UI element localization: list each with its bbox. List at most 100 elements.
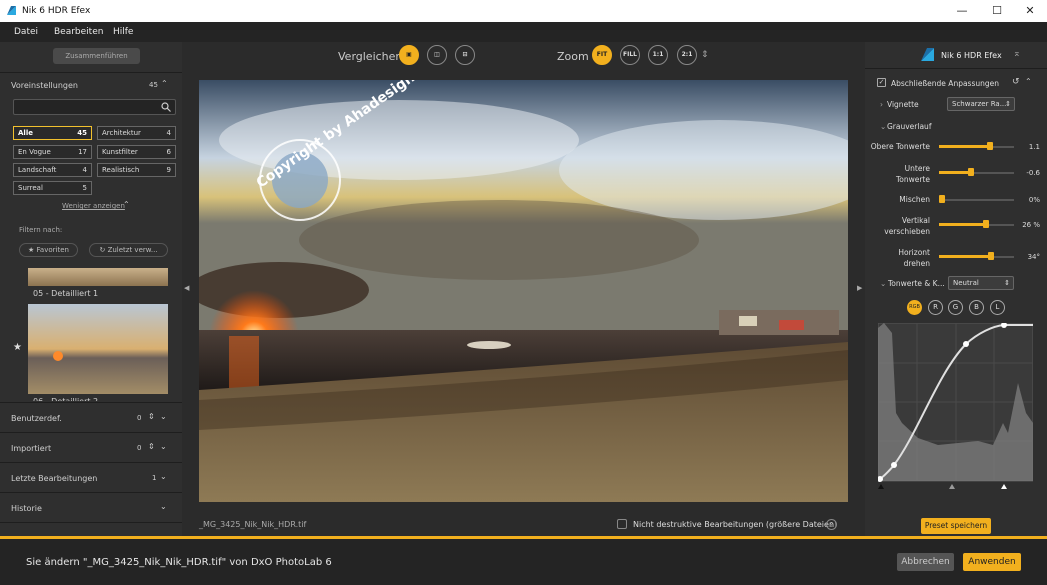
compare-split-view-button[interactable]: ◫ [427, 45, 447, 65]
channel-g-button[interactable]: G [948, 300, 963, 315]
sort-icon[interactable]: ⇕ [148, 442, 155, 451]
maximize-button[interactable]: ☐ [980, 0, 1014, 22]
vignette-value: Schwarzer Ra... [952, 100, 1007, 108]
star-icon: ★ [28, 246, 37, 254]
section-custom-count: 0 [137, 414, 142, 422]
slider-upper-tones-value: 1.1 [1028, 143, 1040, 151]
menu-bearbeiten[interactable]: Bearbeiten [54, 27, 103, 37]
category-surreal[interactable]: Surreal 5 [13, 181, 92, 195]
panel-title: Nik 6 HDR Efex [941, 51, 1002, 60]
chevron-right-icon[interactable]: › [880, 100, 883, 109]
compare-side-by-side-button[interactable]: ⊟ [455, 45, 475, 65]
zoom-fill-button[interactable]: FILL [620, 45, 640, 65]
chevron-down-icon[interactable]: ⌄ [160, 502, 167, 511]
nondestructive-checkbox[interactable] [617, 519, 627, 529]
section-recent-edits-count: 1 [152, 474, 157, 482]
app-logo-icon [7, 6, 16, 15]
nondestructive-label: Nicht destruktive Bearbeitungen (größere… [633, 520, 838, 529]
section-history[interactable]: Historie [11, 504, 42, 513]
status-message: Sie ändern "_MG_3425_Nik_Nik_HDR.tif" vo… [26, 557, 332, 568]
apply-button[interactable]: Anwenden [963, 553, 1021, 571]
tone-curve-dropdown[interactable]: Neutral ⇕ [948, 276, 1014, 290]
filter-recent-button[interactable]: ↻ Zuletzt verw... [89, 243, 168, 257]
show-less-link[interactable]: Weniger anzeigen [62, 202, 125, 210]
slider-knob[interactable] [968, 168, 975, 176]
section-custom[interactable]: Benutzerdef. [11, 414, 62, 423]
final-adjustments-label: Abschließende Anpassungen [891, 79, 999, 88]
preset-thumbnail[interactable] [28, 268, 168, 286]
category-architektur[interactable]: Architektur 4 [97, 126, 176, 140]
tone-curve-graph[interactable] [878, 323, 1033, 491]
collapse-right-panel-icon[interactable]: ▶ [857, 284, 862, 292]
history-icon: ↻ [99, 246, 108, 254]
category-alle[interactable]: Alle 45 [13, 126, 92, 140]
save-preset-button[interactable]: Preset speichern [921, 518, 991, 534]
zoom-1-1-button[interactable]: 1:1 [648, 45, 668, 65]
reset-icon[interactable]: ↺ [1012, 77, 1020, 87]
slider-upper-tones[interactable] [939, 142, 1014, 150]
chevron-down-icon[interactable]: ⌄ [160, 472, 167, 481]
channel-rgb-button[interactable]: RGB [907, 300, 922, 315]
menu-hilfe[interactable]: Hilfe [113, 27, 133, 37]
slider-knob[interactable] [987, 252, 994, 260]
curve-point[interactable] [891, 462, 897, 468]
preset-search-input[interactable] [13, 99, 176, 115]
presets-count: 45 [149, 81, 158, 89]
compare-single-view-button[interactable]: ▣ [399, 45, 419, 65]
chevron-up-icon[interactable]: ⌃ [123, 200, 130, 209]
close-button[interactable]: ✕ [1013, 0, 1047, 22]
collapse-panel-icon[interactable]: ⌅ [1013, 49, 1021, 59]
sort-icon[interactable]: ⇕ [148, 412, 155, 421]
category-kunstfilter[interactable]: Kunstfilter 6 [97, 145, 176, 159]
section-imported-count: 0 [137, 444, 142, 452]
category-realistisch[interactable]: Realistisch 9 [97, 163, 176, 177]
chevron-down-icon[interactable]: ⌄ [880, 122, 886, 131]
title-bar: Nik 6 HDR Efex — ☐ ✕ [0, 0, 1047, 22]
chevron-up-icon[interactable]: ⌃ [1025, 77, 1032, 86]
vignette-label[interactable]: Vignette [887, 100, 919, 109]
chevron-down-icon[interactable]: ⌄ [880, 279, 886, 288]
preview-image[interactable]: Copyright by Ahadesign.eu [199, 80, 848, 502]
preset-thumbnail-selected[interactable] [28, 304, 168, 394]
slider-lower-tones[interactable] [939, 168, 1014, 176]
menu-datei[interactable]: Datei [14, 27, 38, 37]
cancel-button[interactable]: Abbrechen [897, 553, 954, 571]
channel-b-button[interactable]: B [969, 300, 984, 315]
zoom-label: Zoom [557, 50, 589, 63]
help-icon[interactable]: ? [826, 519, 837, 530]
curve-point[interactable] [963, 341, 969, 347]
final-adjustments-checkbox[interactable]: ✓ [877, 78, 886, 87]
slider-blend[interactable] [939, 195, 1014, 203]
zoom-stepper-icon[interactable]: ⇕ [701, 50, 709, 60]
window-title: Nik 6 HDR Efex [22, 6, 91, 16]
search-icon [161, 102, 171, 112]
collapse-left-panel-icon[interactable]: ◀ [184, 284, 189, 292]
slider-knob[interactable] [987, 142, 993, 150]
chevron-up-icon[interactable]: ⌃ [161, 79, 168, 88]
chevron-down-icon[interactable]: ⌄ [160, 412, 167, 421]
slider-knob[interactable] [983, 220, 990, 228]
slider-knob[interactable] [939, 195, 945, 203]
chevron-down-icon[interactable]: ⌄ [160, 442, 167, 451]
channel-l-button[interactable]: L [990, 300, 1005, 315]
section-imported[interactable]: Importiert [11, 444, 51, 453]
channel-r-button[interactable]: R [928, 300, 943, 315]
category-landschaft[interactable]: Landschaft 4 [13, 163, 92, 177]
merge-button[interactable]: Zusammenführen [53, 48, 140, 64]
star-icon[interactable]: ★ [13, 342, 22, 353]
filter-favorites-button[interactable]: ★ Favoriten [19, 243, 78, 257]
minimize-button[interactable]: — [945, 0, 979, 22]
nik-logo-icon [921, 48, 934, 61]
save-preset-label: Preset speichern [924, 521, 988, 530]
gradient-label[interactable]: Grauverlauf [887, 122, 931, 131]
slider-vertical-shift[interactable] [939, 220, 1014, 228]
vignette-dropdown[interactable]: Schwarzer Ra... ⇕ [947, 97, 1015, 111]
section-recent-edits[interactable]: Letzte Bearbeitungen [11, 474, 97, 483]
zoom-2-1-button[interactable]: 2:1 [677, 45, 697, 65]
slider-lower-tones-label: Untere Tonwerte [895, 164, 930, 184]
slider-horizon-rotate[interactable] [939, 252, 1014, 260]
category-en-vogue[interactable]: En Vogue 17 [13, 145, 92, 159]
menu-bar: Datei Bearbeiten Hilfe [0, 22, 1047, 42]
zoom-fit-button[interactable]: FIT [592, 45, 612, 65]
tone-curve-label[interactable]: Tonwerte & K... [888, 279, 945, 288]
